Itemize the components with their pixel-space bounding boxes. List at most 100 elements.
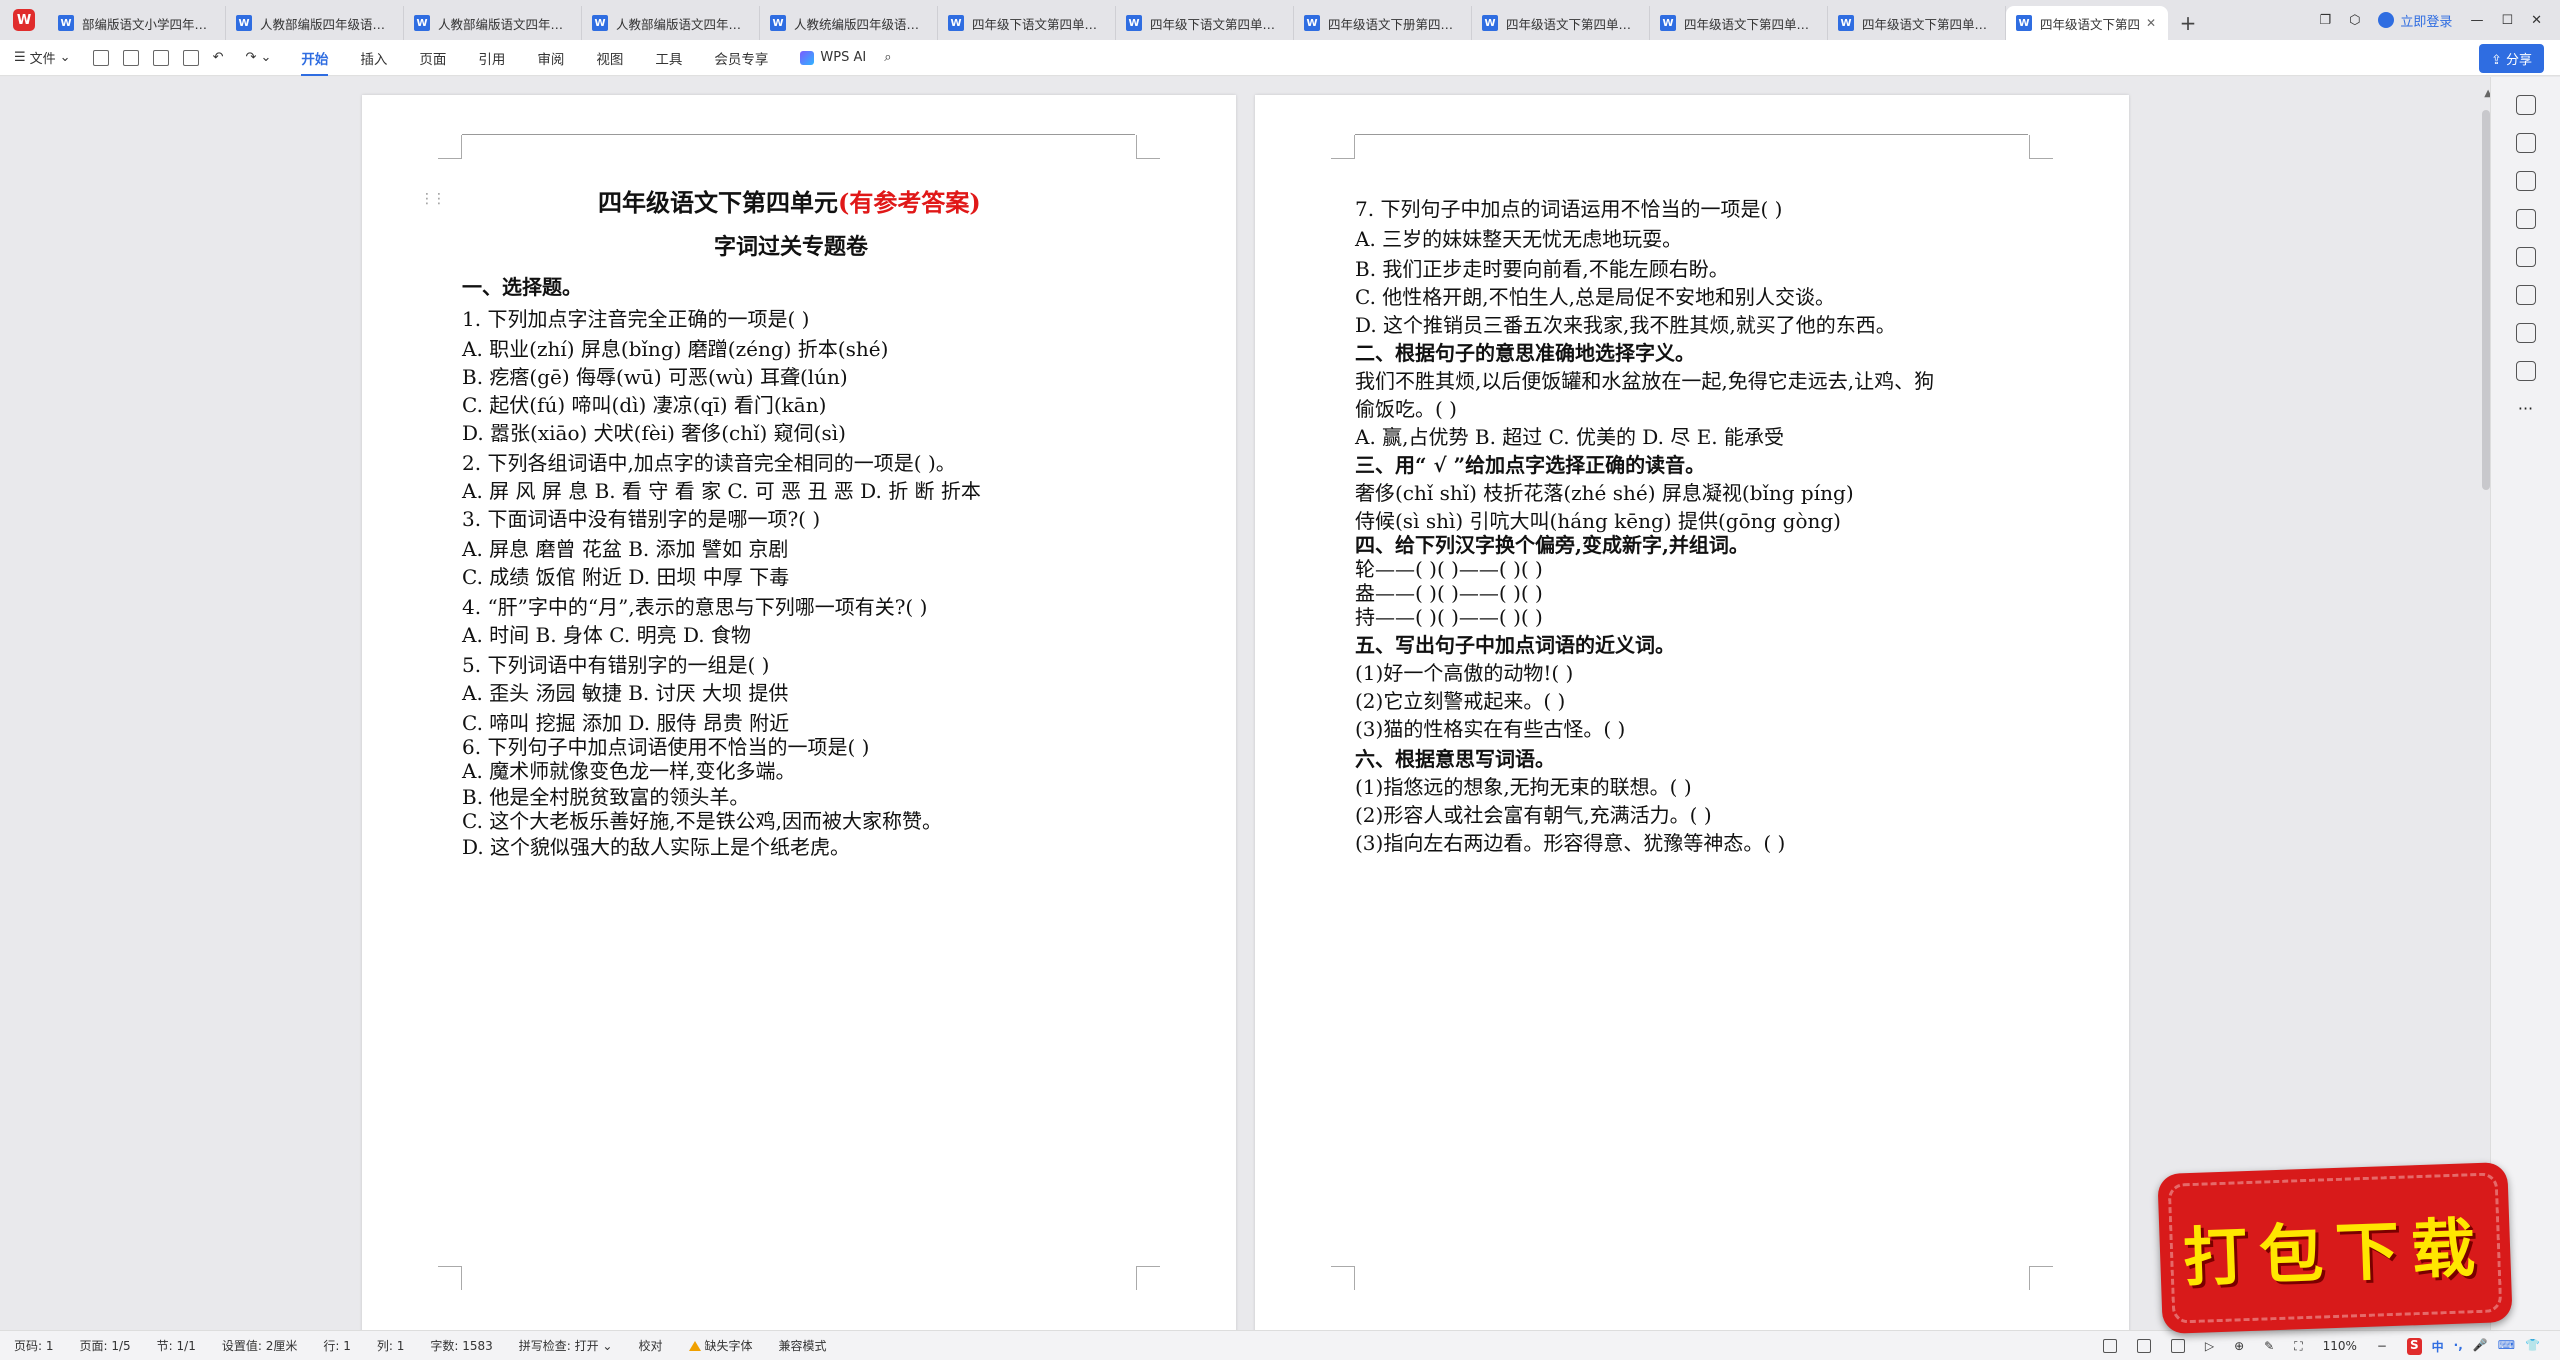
status-row: 行: 1 [323,1339,351,1353]
missing-font-button[interactable]: 缺失字体 [688,1337,753,1354]
wps-logo-icon[interactable]: W [0,0,48,40]
skin-ime-icon: 👕 [2525,1337,2540,1352]
tab-label: 四年级语文下册第四单元 [1328,16,1461,32]
word-doc-icon: W [236,15,252,31]
collapse-icon[interactable] [2515,95,2536,115]
tab-active[interactable]: W 四年级语文下第四 ✕ [2006,6,2168,40]
backup-icon[interactable] [2515,361,2536,381]
new-tab-button[interactable]: + [2168,6,2208,40]
tab-label: 四年级下语文第四单元综 [1150,16,1283,32]
close-tab-icon[interactable]: ✕ [2146,16,2156,30]
status-pages[interactable]: 页面: 1/5 [80,1337,131,1354]
tab-label: 人教部编版四年级语文下 [260,16,393,32]
skin-icon[interactable]: ⬡ [2349,13,2360,28]
wps-ai-button[interactable]: WPS AI [800,50,866,65]
menu-tab[interactable]: 插入 [360,48,387,68]
status-spell[interactable]: 拼写检查: 打开 ⌄ [519,1337,613,1354]
select-icon[interactable] [2515,171,2536,191]
vertical-scrollbar[interactable] [2482,110,2490,490]
settings-icon[interactable] [2515,209,2536,229]
tab-item[interactable]: W 四年级语文下第四单元课 [1828,6,2006,40]
play-icon[interactable]: ▷ [2205,1339,2214,1353]
question-line: C. 起伏(fú) 啼叫(dì) 凄凉(qī) 看门(kān) [462,393,827,417]
zoom-level[interactable]: 110% [2323,1339,2357,1353]
tab-item[interactable]: W 四年级语文下册第四单元 [1294,6,1472,40]
close-window-icon[interactable]: ✕ [2531,13,2542,28]
eye-protect-icon[interactable] [2102,1339,2117,1353]
drag-handle-icon[interactable]: ⋮⋮ [420,191,446,207]
outline-view-icon[interactable] [2170,1339,2185,1353]
tab-label: 四年级下语文第四单元字 [972,16,1105,32]
login-button[interactable]: 立即登录 [2378,11,2452,30]
question-line: A. 魔术师就像变色龙一样,变化多端。 [462,759,796,783]
file-menu[interactable]: ☰ 文件 ⌄ [14,48,71,67]
zoom-out-icon[interactable]: − [2377,1339,2387,1353]
question-line: (3)猫的性格实在有些古怪。( ) [1355,717,1626,741]
print-icon[interactable] [152,49,169,66]
tab-item[interactable]: W 人教部编版语文四年级下 [582,6,760,40]
wps-ai-label: WPS AI [820,50,867,65]
warning-icon [688,1340,701,1351]
ime-toolbar[interactable]: S 中 ·, 🎤 ⌨ 👕 [2406,1337,2540,1355]
question-line: 奢侈(chǐ shǐ) 枝折花落(zhé shé) 屏息凝视(bǐng píng… [1355,481,1854,505]
document-page-2[interactable]: 7. 下列句子中加点的词语运用不恰当的一项是( ) A. 三岁的妹妹整天无忧无虑地… [1255,95,2129,1335]
search-icon[interactable]: ⌕ [884,50,891,65]
tab-item[interactable]: W 人教部编版四年级语文下 [226,6,404,40]
tab-item[interactable]: W 四年级下语文第四单元综 [1116,6,1294,40]
avatar-icon [2378,12,2395,28]
tab-label: 四年级语文下第四单元综 [1506,16,1639,32]
tab-item[interactable]: W 人教统编版四年级语文下 [760,6,938,40]
tab-list: W 部编版语文小学四年级下 W 人教部编版四年级语文下 W 人教部编版语文四年级下 W 人教部… [48,6,2006,40]
minimize-icon[interactable]: — [2470,13,2483,28]
word-doc-icon: W [2016,15,2032,31]
more-icon[interactable]: ··· [2516,399,2536,419]
share-label: 分享 [2505,53,2532,68]
menu-tab[interactable]: 审阅 [537,48,564,68]
menu-tab[interactable]: 引用 [478,48,505,68]
tab-item[interactable]: W 四年级语文下第四单元综 [1472,6,1650,40]
doc-title-answers: (有参考答案) [838,188,981,217]
download-pack-badge[interactable]: 打包下载 [2157,1161,2513,1335]
section-heading: 三、用“ √ ”给加点字选择正确的读音。 [1355,453,1706,477]
menu-tab[interactable]: 工具 [655,48,682,68]
tab-item[interactable]: W 部编版语文小学四年级下 [48,6,226,40]
word-doc-icon: W [1660,15,1676,31]
question-line: D. 这个貌似强大的敌人实际上是个纸老虎。 [462,835,851,859]
web-view-icon[interactable]: ⊕ [2234,1339,2244,1353]
document-page-1[interactable]: ⋮⋮ 四年级语文下第四单元(有参考答案) 字词过关专题卷 一、选择题。 1. 下列… [362,95,1236,1335]
word-doc-icon: W [58,15,74,31]
file-label: 文件 [29,52,56,67]
print-preview-icon[interactable] [182,49,199,66]
redo-button[interactable]: ↷ ⌄ [245,50,271,65]
pen-icon[interactable]: ✎ [2264,1339,2274,1353]
page-view-icon[interactable] [2136,1339,2151,1353]
restore-icon[interactable]: ❐ [2319,13,2331,28]
export-icon[interactable] [122,49,139,66]
menu-tab[interactable]: 页面 [419,48,446,68]
menu-tab[interactable]: 开始 [301,48,329,76]
save-icon[interactable] [92,49,109,66]
help-icon[interactable] [2515,323,2536,343]
tab-label: 四年级语文下第四 [2040,16,2141,32]
question-line: 5. 下列词语中有错别字的一组是( ) [462,653,770,677]
doc-title-main: 四年级语文下第四单元 [598,188,838,217]
fit-icon[interactable]: ⛶ [2294,1339,2302,1354]
undo-button[interactable]: ↶ [213,50,224,65]
word-doc-icon: W [1126,15,1142,31]
status-col: 列: 1 [376,1339,405,1353]
menu-tab[interactable]: 视图 [596,48,623,68]
share-button[interactable]: ⇪ 分享 [2478,44,2544,73]
margin-corner [2029,1266,2053,1290]
tab-item[interactable]: W 人教部编版语文四年级下 [404,6,582,40]
tab-item[interactable]: W 四年级语文下第四单元课 [1650,6,1828,40]
maximize-icon[interactable]: ☐ [2501,13,2513,28]
margin-corner [1331,1266,1355,1290]
tab-item[interactable]: W 四年级下语文第四单元字 [938,6,1116,40]
tools-icon[interactable] [2515,285,2536,305]
menu-tab[interactable]: 会员专享 [714,48,768,68]
status-words[interactable]: 字数: 1583 [430,1337,492,1354]
edit-icon[interactable] [2515,133,2536,153]
question-line: A. 屏息 磨曾 花盆 B. 添加 譬如 京剧 [462,537,789,561]
image-icon[interactable] [2515,247,2536,267]
status-proof[interactable]: 校对 [638,1337,662,1354]
